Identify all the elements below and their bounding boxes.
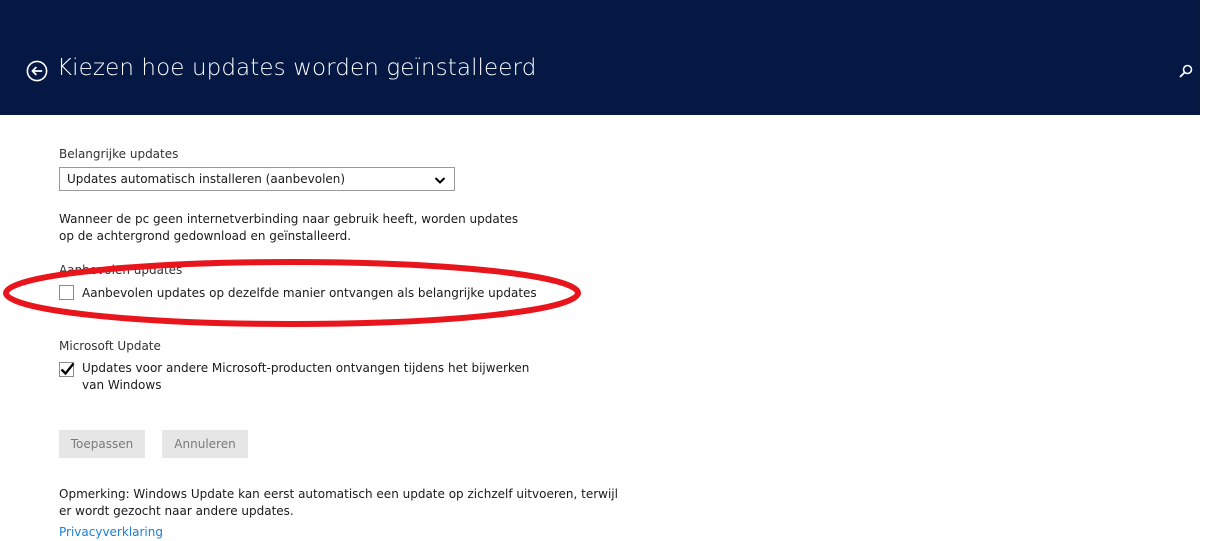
recommended-updates-label: Aanbevolen updates [59, 263, 183, 277]
back-arrow-circle-icon[interactable] [26, 60, 48, 82]
recommended-updates-checkbox[interactable] [59, 285, 74, 300]
important-updates-label: Belangrijke updates [59, 147, 179, 161]
important-updates-selected-value: Updates automatisch installeren (aanbevo… [67, 172, 346, 186]
important-updates-description: Wanneer de pc geen internetverbinding na… [59, 212, 519, 243]
privacy-statement-link[interactable]: Privacyverklaring [59, 525, 163, 539]
page-header: Kiezen hoe updates worden geïnstalleerd [0, 0, 1200, 115]
page-title: Kiezen hoe updates worden geïnstalleerd [57, 55, 537, 81]
cancel-button[interactable]: Annuleren [162, 430, 248, 458]
microsoft-update-checkbox[interactable] [59, 362, 75, 377]
apply-button[interactable]: Toepassen [59, 430, 145, 458]
search-icon[interactable] [1178, 63, 1194, 79]
settings-page: Kiezen hoe updates worden geïnstalleerd … [0, 0, 1213, 541]
recommended-updates-checkbox-label[interactable]: Aanbevolen updates op dezelfde manier on… [82, 285, 537, 302]
windows-update-note: Opmerking: Windows Update kan eerst auto… [59, 487, 618, 518]
microsoft-update-label: Microsoft Update [59, 339, 161, 353]
checkmark-icon [60, 362, 75, 376]
important-updates-select[interactable]: Updates automatisch installeren (aanbevo… [59, 167, 455, 191]
microsoft-update-checkbox-label[interactable]: Updates voor andere Microsoft-producten … [82, 360, 552, 394]
chevron-down-icon [434, 177, 446, 184]
